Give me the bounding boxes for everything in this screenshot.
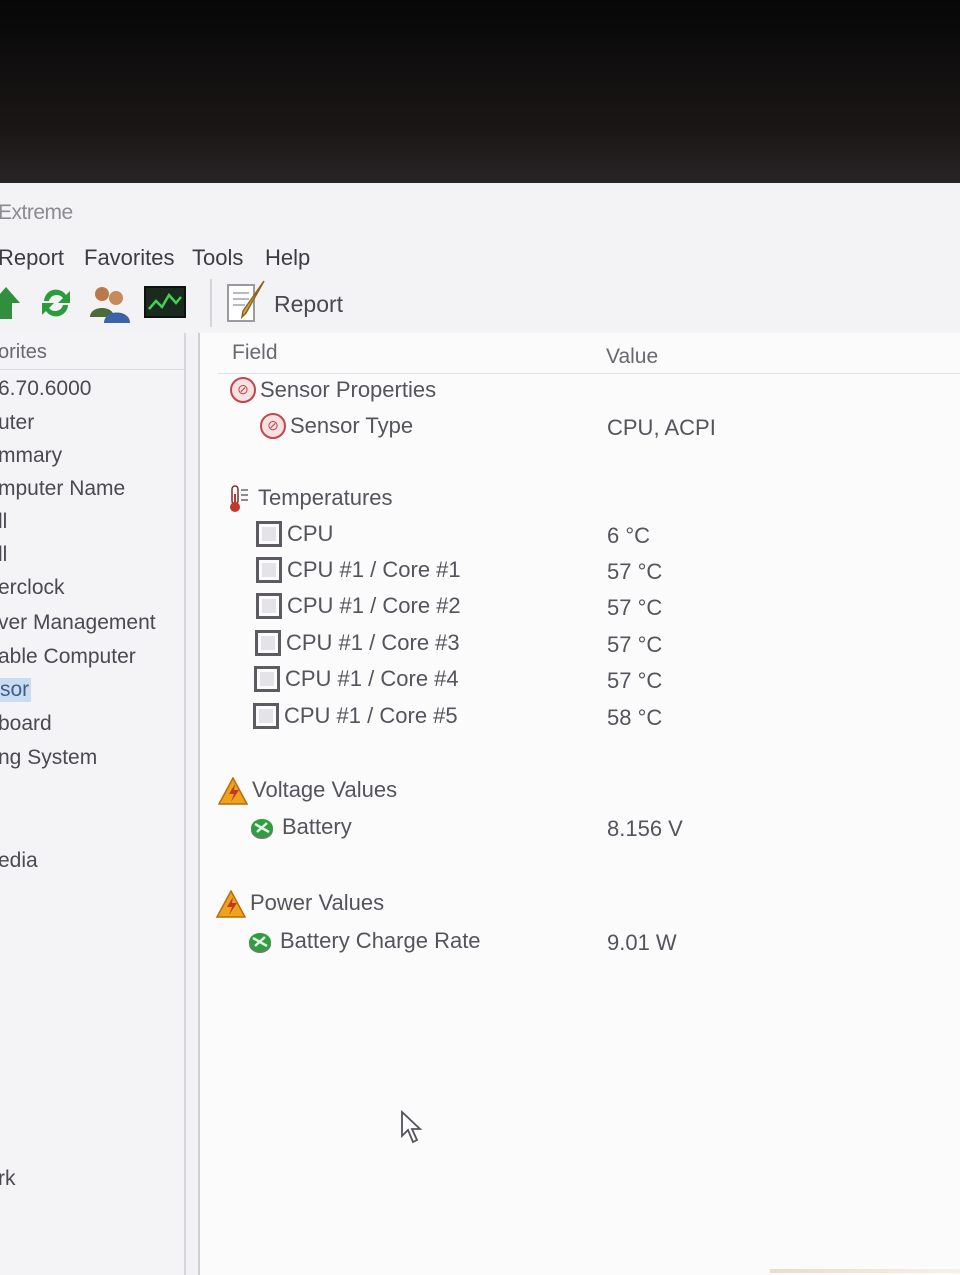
column-header-row: Field Value — [218, 333, 960, 374]
details-panel: Field Value ⊘ Sensor Properties ⊘ Sensor… — [198, 333, 960, 1275]
warning-icon — [215, 889, 247, 918]
sensor-icon: ⊘ — [230, 377, 256, 403]
tree-item-dmi[interactable]: ll — [0, 510, 7, 534]
group-row-sensor-properties[interactable]: ⊘ Sensor Properties — [200, 375, 960, 409]
table-row[interactable]: CPU #1 / Core #3 57 °C — [200, 628, 960, 662]
field-value: 58 °C — [607, 705, 663, 730]
users-icon[interactable] — [88, 283, 130, 323]
table-row[interactable]: CPU #1 / Core #4 57 °C — [200, 664, 960, 698]
group-name: Power Values — [250, 890, 385, 915]
window-title: Extreme — [0, 201, 73, 224]
refresh-icon[interactable] — [36, 283, 76, 323]
sidebar-header[interactable]: orites — [0, 335, 184, 370]
tree-item-operating-system[interactable]: ng System — [0, 746, 97, 770]
tree-item-power-management[interactable]: ver Management — [0, 611, 156, 635]
group-row-voltage-values[interactable]: Voltage Values — [200, 775, 960, 809]
sidebar-header-label: orites — [0, 341, 47, 363]
chip-icon — [255, 630, 281, 656]
menu-report[interactable]: Report — [0, 245, 64, 271]
table-row[interactable]: CPU #1 / Core #1 57 °C — [200, 555, 960, 589]
table-row[interactable]: Battery Charge Rate 9.01 W — [200, 926, 960, 960]
tree-item-multimedia[interactable]: edia — [0, 849, 38, 873]
field-name: CPU #1 / Core #1 — [287, 557, 461, 582]
sidebar-tree: orites 6.70.6000 uter mmary mputer Name … — [0, 333, 186, 1275]
field-value: 57 °C — [607, 595, 663, 620]
report-label: Report — [274, 291, 344, 317]
screen-glare — [770, 1269, 960, 1273]
tree-item-portable-computer[interactable]: able Computer — [0, 645, 136, 669]
sensor-icon: ⊘ — [260, 413, 286, 439]
app-window: Extreme Report Favorites Tools Help Repo… — [0, 183, 960, 1275]
toolbar-separator — [210, 279, 212, 327]
toolbar: Report — [0, 279, 960, 331]
menu-help[interactable]: Help — [265, 245, 310, 271]
chip-icon — [254, 666, 280, 692]
tree-item-computer-name[interactable]: mputer Name — [0, 477, 125, 501]
report-button[interactable]: Report — [222, 279, 362, 327]
group-name: Voltage Values — [252, 777, 398, 802]
title-bar: Extreme — [0, 191, 960, 231]
group-row-power-values[interactable]: Power Values — [200, 888, 960, 922]
battery-icon — [246, 928, 272, 954]
chip-icon — [256, 521, 282, 547]
table-row[interactable]: CPU #1 / Core #5 58 °C — [200, 701, 960, 735]
field-value: 9.01 W — [607, 930, 677, 955]
tree-item-summary[interactable]: mmary — [0, 444, 62, 468]
table-row[interactable]: Battery 8.156 V — [200, 812, 960, 846]
menu-bar: Report Favorites Tools Help — [0, 241, 960, 277]
report-icon — [224, 279, 268, 330]
field-value: 57 °C — [607, 559, 663, 584]
table-row[interactable]: ⊘ Sensor Type CPU, ACPI — [200, 411, 960, 445]
tree-item-overclock[interactable]: erclock — [0, 576, 65, 600]
battery-icon — [248, 814, 274, 840]
field-value: CPU, ACPI — [607, 415, 716, 440]
monitor-bezel — [0, 0, 960, 185]
tree-item-network[interactable]: rk — [0, 1167, 16, 1191]
table-row[interactable]: CPU 6 °C — [200, 519, 960, 553]
field-name: Battery — [282, 814, 352, 839]
tree-item-ipmi[interactable]: ll — [0, 543, 7, 567]
field-name: CPU #1 / Core #3 — [286, 630, 460, 655]
menu-tools[interactable]: Tools — [192, 245, 243, 271]
field-name: CPU #1 / Core #2 — [287, 593, 461, 618]
chip-icon — [256, 593, 282, 619]
field-value: 8.156 V — [607, 816, 683, 841]
group-name: Sensor Properties — [260, 377, 437, 402]
tree-item-sensor[interactable]: sor — [0, 678, 32, 702]
field-name: CPU #1 / Core #4 — [285, 666, 459, 691]
tree-item-computer[interactable]: uter — [0, 411, 34, 435]
field-value: 57 °C — [607, 668, 663, 693]
group-row-temperatures[interactable]: Temperatures — [200, 483, 960, 517]
table-row[interactable]: CPU #1 / Core #2 57 °C — [200, 591, 960, 625]
chip-icon — [253, 703, 279, 729]
warning-icon — [217, 776, 249, 805]
tree-item-version[interactable]: 6.70.6000 — [0, 377, 91, 401]
field-value: 6 °C — [607, 523, 651, 548]
column-header-value[interactable]: Value — [606, 345, 658, 369]
chip-icon — [256, 557, 282, 583]
field-name: CPU — [287, 521, 334, 546]
group-name: Temperatures — [258, 485, 393, 510]
field-name: Sensor Type — [290, 413, 414, 438]
monitor-icon[interactable] — [144, 283, 186, 323]
menu-favorites[interactable]: Favorites — [84, 245, 174, 271]
column-header-field[interactable]: Field — [232, 341, 278, 365]
thermometer-icon — [226, 485, 252, 512]
field-value: 57 °C — [607, 632, 663, 657]
up-arrow-icon[interactable] — [0, 283, 26, 323]
mouse-cursor-icon — [400, 1109, 424, 1146]
field-name: CPU #1 / Core #5 — [284, 703, 458, 728]
tree-item-motherboard[interactable]: board — [0, 712, 52, 736]
field-name: Battery Charge Rate — [280, 928, 481, 953]
